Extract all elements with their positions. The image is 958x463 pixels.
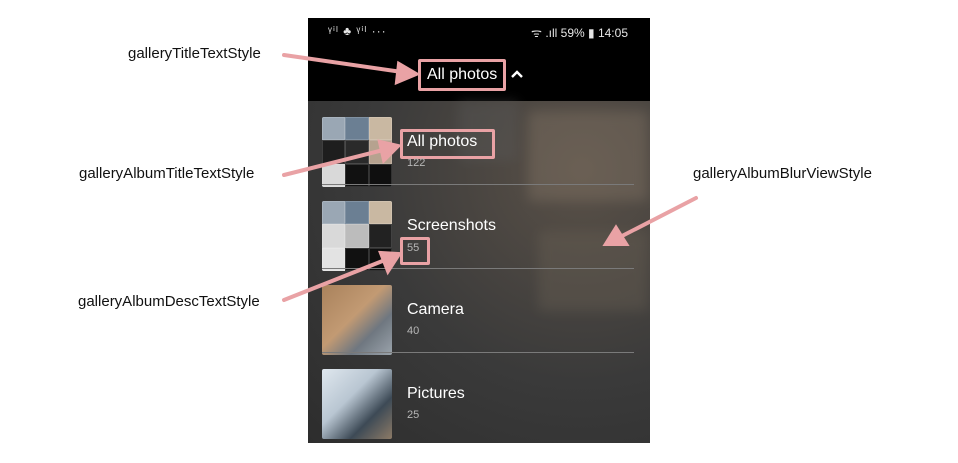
- arrow-head: [394, 60, 421, 86]
- annotation-arrows: [282, 53, 698, 302]
- arrow-title: [282, 53, 404, 74]
- arrow-head: [378, 250, 403, 276]
- arrow-blur-view: [620, 196, 698, 238]
- arrow-album-title: [282, 148, 385, 177]
- arrow-album-desc: [282, 258, 387, 302]
- arrow-head: [377, 139, 402, 164]
- arrow-head: [602, 224, 630, 246]
